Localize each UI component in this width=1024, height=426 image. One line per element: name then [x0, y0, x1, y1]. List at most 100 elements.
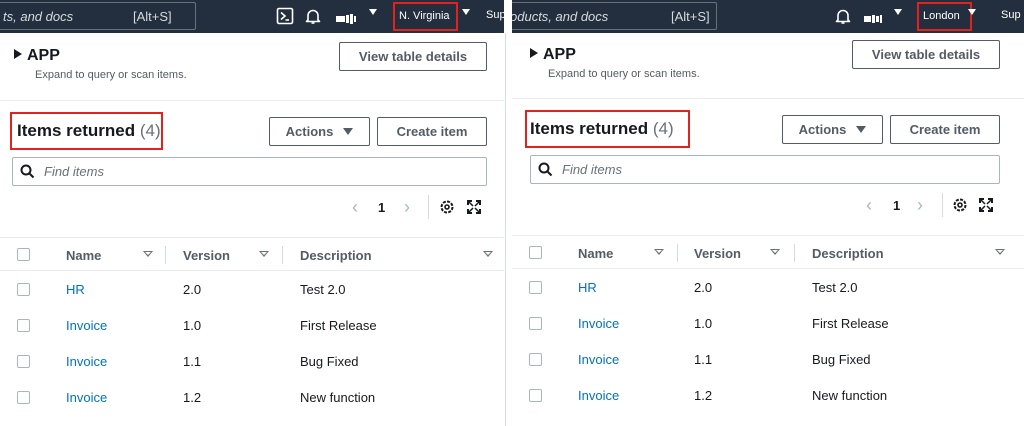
item-version: 1.0: [183, 318, 202, 333]
account-menu[interactable]: [336, 10, 356, 25]
table-row: Invoice 1.2 New function: [0, 379, 504, 415]
fullscreen-icon[interactable]: [466, 199, 482, 215]
description-sort-icon[interactable]: [483, 251, 493, 257]
account-menu[interactable]: [864, 10, 882, 25]
region-selector[interactable]: London: [917, 2, 972, 31]
app-table-expander[interactable]: APP: [14, 47, 60, 65]
search-icon: [538, 162, 553, 177]
app-table-title: APP: [27, 47, 60, 64]
description-sort-icon[interactable]: [995, 249, 1005, 255]
item-description: First Release: [300, 318, 377, 333]
name-sort-icon[interactable]: [143, 251, 153, 257]
column-header-description[interactable]: Description: [300, 248, 372, 263]
item-name-link[interactable]: Invoice: [578, 316, 619, 331]
bell-icon[interactable]: [304, 7, 322, 25]
previous-page-icon[interactable]: ‹: [866, 196, 872, 214]
item-name-link[interactable]: Invoice: [66, 318, 107, 333]
items-returned-count: (4): [652, 119, 674, 138]
item-description: Bug Fixed: [300, 354, 359, 369]
settings-icon[interactable]: [952, 197, 968, 213]
version-sort-icon[interactable]: [770, 249, 780, 255]
search-shortcut: [Alt+S]: [671, 9, 710, 24]
row-checkbox[interactable]: [529, 317, 542, 330]
actions-caret-down-icon: [856, 126, 867, 133]
item-name-link[interactable]: Invoice: [66, 354, 107, 369]
find-items-input[interactable]: Find items: [530, 155, 1000, 184]
column-header-version[interactable]: Version: [183, 248, 230, 263]
current-page-number[interactable]: 1: [893, 198, 900, 213]
previous-page-icon[interactable]: ‹: [352, 198, 358, 216]
item-name-link[interactable]: HR: [66, 282, 85, 297]
items-table-header: Name Version Description: [0, 237, 504, 271]
region-selector[interactable]: N. Virginia: [393, 2, 458, 31]
view-table-details-button[interactable]: View table details: [339, 42, 487, 71]
select-all-checkbox[interactable]: [17, 248, 30, 261]
table-row: Invoice 1.2 New function: [512, 377, 1024, 413]
items-returned-label: Items returned: [17, 121, 136, 140]
search-placeholder: ts, and docs: [3, 9, 74, 24]
column-header-description[interactable]: Description: [812, 246, 884, 261]
next-page-icon[interactable]: ›: [404, 198, 410, 216]
app-table-subtitle: Expand to query or scan items.: [35, 69, 187, 81]
current-page-number[interactable]: 1: [378, 200, 385, 215]
top-navigation: ts, and docs [Alt+S] N. Virginia Sup: [0, 0, 504, 33]
column-header-version[interactable]: Version: [694, 246, 741, 261]
account-caret-down-icon[interactable]: [369, 9, 377, 15]
next-page-icon[interactable]: ›: [917, 196, 923, 214]
app-table-subtitle: Expand to query or scan items.: [548, 68, 700, 80]
bell-icon[interactable]: [834, 7, 852, 25]
panel-divider: [505, 33, 506, 426]
region-caret-down-icon[interactable]: [968, 9, 976, 15]
region-caret-down-icon[interactable]: [462, 9, 470, 15]
row-checkbox[interactable]: [17, 355, 30, 368]
items-table-header: Name Version Description: [512, 235, 1024, 269]
account-caret-down-icon[interactable]: [894, 9, 902, 15]
cloudshell-icon[interactable]: [276, 7, 294, 25]
pagination: ‹ 1 ›: [866, 193, 1006, 217]
actions-label: Actions: [285, 124, 334, 139]
create-item-button[interactable]: Create item: [377, 117, 487, 146]
region-label: London: [923, 10, 960, 22]
view-table-details-button[interactable]: View table details: [852, 40, 1000, 69]
item-name-link[interactable]: HR: [578, 280, 597, 295]
search-placeholder: oducts, and docs: [512, 9, 609, 24]
find-items-input[interactable]: Find items: [12, 157, 487, 186]
region-label: N. Virginia: [399, 10, 450, 22]
create-item-button[interactable]: Create item: [890, 115, 1000, 144]
table-row: HR 2.0 Test 2.0: [512, 269, 1024, 305]
column-header-name[interactable]: Name: [578, 246, 613, 261]
settings-icon[interactable]: [439, 199, 455, 215]
app-table-title: APP: [543, 46, 576, 63]
support-menu[interactable]: Sup: [1001, 9, 1021, 21]
row-checkbox[interactable]: [17, 283, 30, 296]
global-search-input[interactable]: oducts, and docs [Alt+S]: [512, 2, 717, 30]
app-table-expander[interactable]: APP: [530, 46, 576, 64]
row-checkbox[interactable]: [17, 319, 30, 332]
pagination: ‹ 1 ›: [352, 195, 492, 219]
support-menu[interactable]: Sup: [486, 9, 504, 21]
item-name-link[interactable]: Invoice: [578, 388, 619, 403]
item-name-link[interactable]: Invoice: [578, 352, 619, 367]
item-name-link[interactable]: Invoice: [66, 390, 107, 405]
select-all-checkbox[interactable]: [529, 246, 542, 259]
item-description: Bug Fixed: [812, 352, 871, 367]
global-search-input[interactable]: ts, and docs [Alt+S]: [0, 2, 196, 30]
items-returned-heading: Items returned (4): [530, 119, 674, 139]
actions-button[interactable]: Actions: [782, 115, 883, 144]
item-version: 2.0: [694, 280, 713, 295]
column-header-name[interactable]: Name: [66, 248, 101, 263]
console-panel-london: oducts, and docs [Alt+S] London Sup APP …: [512, 0, 1024, 426]
row-checkbox[interactable]: [529, 281, 542, 294]
actions-button[interactable]: Actions: [269, 117, 370, 146]
items-returned-label: Items returned: [530, 119, 649, 138]
search-icon: [20, 164, 35, 179]
actions-caret-down-icon: [343, 128, 354, 135]
table-overview-section: APP Expand to query or scan items. View …: [0, 33, 504, 101]
table-row: HR 2.0 Test 2.0: [0, 271, 504, 307]
version-sort-icon[interactable]: [259, 251, 269, 257]
fullscreen-icon[interactable]: [978, 197, 994, 213]
row-checkbox[interactable]: [529, 353, 542, 366]
name-sort-icon[interactable]: [654, 249, 664, 255]
row-checkbox[interactable]: [17, 391, 30, 404]
row-checkbox[interactable]: [529, 389, 542, 402]
